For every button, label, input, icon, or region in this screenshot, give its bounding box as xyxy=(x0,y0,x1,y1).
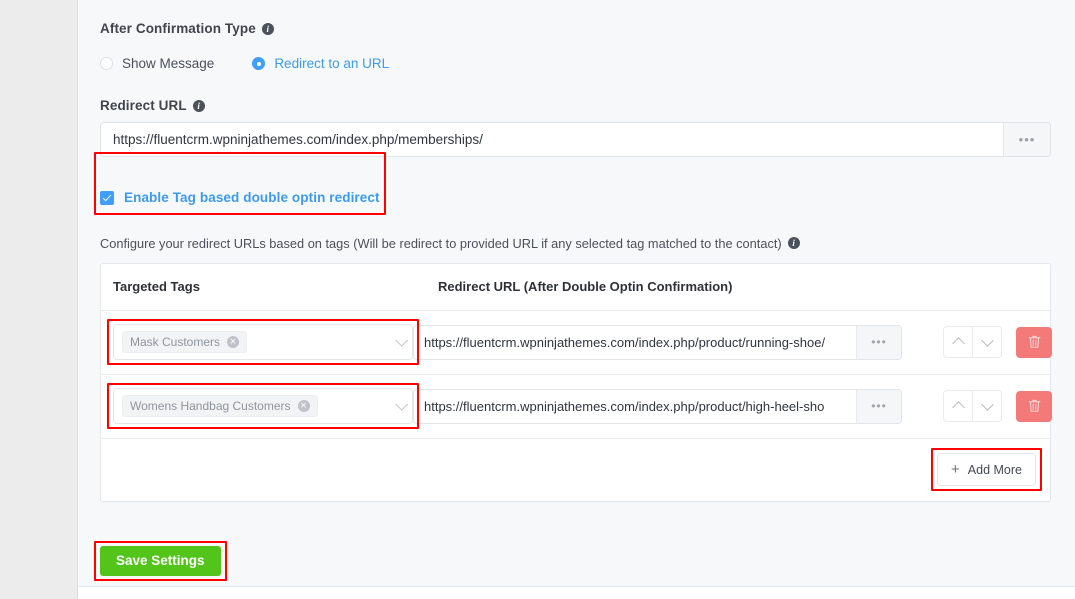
table-row: Womens Handbag Customers × ••• xyxy=(101,375,1052,439)
save-settings-highlight-wrap: Save Settings xyxy=(94,540,227,581)
left-gutter xyxy=(0,0,77,599)
plus-icon: + xyxy=(951,461,960,478)
redirect-url-input[interactable] xyxy=(101,123,1003,156)
table-footer: + Add More xyxy=(101,439,1050,501)
cell-row-actions xyxy=(902,390,1056,422)
radio-show-message[interactable]: Show Message xyxy=(100,56,214,71)
info-icon[interactable]: i xyxy=(787,237,800,249)
chevron-down-icon xyxy=(980,398,994,411)
tag-select[interactable]: Mask Customers × xyxy=(113,324,413,360)
row-url-more-button[interactable]: ••• xyxy=(856,389,901,423)
after-confirmation-type-label: After Confirmation Type i xyxy=(100,21,1051,36)
add-more-label: Add More xyxy=(967,462,1022,477)
trash-icon xyxy=(1028,399,1040,412)
row-move-buttons xyxy=(943,326,1002,358)
row-move-buttons xyxy=(943,390,1002,422)
cell-redirect-url: ••• xyxy=(413,324,902,360)
row-url-input-group: ••• xyxy=(413,388,902,424)
info-icon[interactable]: i xyxy=(192,99,205,112)
radio-circle-selected-icon xyxy=(252,57,266,70)
after-confirmation-type-text: After Confirmation Type xyxy=(100,21,256,36)
move-up-button[interactable] xyxy=(944,327,972,357)
tag-chip: Mask Customers × xyxy=(122,331,248,353)
tag-chip-label: Mask Customers xyxy=(130,335,221,349)
chevron-up-icon xyxy=(951,401,965,414)
redirect-url-text: Redirect URL xyxy=(100,98,187,113)
cell-targeted-tags: Mask Customers × xyxy=(107,319,419,365)
row-url-input[interactable] xyxy=(414,325,856,359)
table-row: Mask Customers × ••• xyxy=(101,311,1052,375)
checkbox-checked-icon[interactable] xyxy=(100,190,114,205)
save-settings-button[interactable]: Save Settings xyxy=(100,545,221,576)
redirect-url-input-group: ••• xyxy=(100,122,1051,157)
screen-root: After Confirmation Type i Show Message R… xyxy=(0,0,1075,599)
table-header-row: Targeted Tags Redirect URL (After Double… xyxy=(101,264,1050,311)
confirmation-type-radio-group: Show Message Redirect to an URL xyxy=(100,56,1051,71)
cell-targeted-tags: Womens Handbag Customers × xyxy=(107,383,419,429)
move-down-button[interactable] xyxy=(972,327,1001,357)
add-more-button[interactable]: + Add More xyxy=(937,453,1036,486)
chevron-down-icon[interactable] xyxy=(395,333,409,347)
chevron-down-icon[interactable] xyxy=(395,397,409,411)
move-down-button[interactable] xyxy=(972,391,1001,421)
bottom-strip xyxy=(78,586,1075,599)
save-settings-highlight: Save Settings xyxy=(94,540,227,581)
tag-redirect-hint-text: Configure your redirect URLs based on ta… xyxy=(100,235,782,251)
delete-row-button[interactable] xyxy=(1016,326,1052,358)
radio-show-message-label: Show Message xyxy=(122,56,215,71)
column-header-targeted-tags: Targeted Tags xyxy=(113,279,200,294)
tag-redirect-table: Targeted Tags Redirect URL (After Double… xyxy=(100,262,1052,502)
close-circle-icon[interactable]: × xyxy=(227,336,240,348)
row-url-input[interactable] xyxy=(414,389,856,423)
close-circle-icon[interactable]: × xyxy=(297,400,310,412)
redirect-url-label: Redirect URL i xyxy=(100,98,1051,113)
enable-tag-redirect-checkbox-row[interactable]: Enable Tag based double optin redirect xyxy=(100,190,380,205)
tag-select-highlight: Womens Handbag Customers × xyxy=(107,383,419,429)
move-up-button[interactable] xyxy=(944,391,972,421)
radio-redirect-to-url-label: Redirect to an URL xyxy=(274,56,390,71)
cell-row-actions xyxy=(902,326,1056,358)
radio-redirect-to-url[interactable]: Redirect to an URL xyxy=(252,56,389,71)
settings-panel: After Confirmation Type i Show Message R… xyxy=(77,0,1075,599)
info-icon[interactable]: i xyxy=(261,22,274,35)
tag-redirect-hint: Configure your redirect URLs based on ta… xyxy=(100,236,1051,251)
enable-tag-redirect-label: Enable Tag based double optin redirect xyxy=(124,190,380,205)
cell-redirect-url: ••• xyxy=(413,388,902,424)
row-url-more-button[interactable]: ••• xyxy=(856,325,901,359)
chevron-down-icon xyxy=(980,334,994,347)
radio-circle-unselected-icon xyxy=(100,57,113,70)
tag-chip: Womens Handbag Customers × xyxy=(122,395,318,417)
delete-row-button[interactable] xyxy=(1016,390,1052,422)
tag-chip-label: Womens Handbag Customers xyxy=(130,399,291,413)
tag-select[interactable]: Womens Handbag Customers × xyxy=(113,388,413,424)
column-header-redirect-url: Redirect URL (After Double Optin Confirm… xyxy=(438,279,733,294)
redirect-url-more-button[interactable]: ••• xyxy=(1003,123,1050,156)
enable-tag-redirect-highlight: Enable Tag based double optin redirect xyxy=(94,152,386,214)
add-more-highlight: + Add More xyxy=(931,448,1042,491)
row-url-input-group: ••• xyxy=(413,324,902,360)
trash-icon xyxy=(1028,335,1040,348)
tag-select-highlight: Mask Customers × xyxy=(107,319,419,365)
chevron-up-icon xyxy=(951,337,965,350)
